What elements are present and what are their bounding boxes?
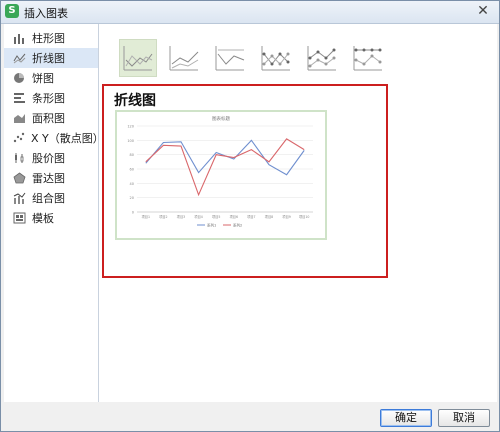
chart-preview-frame: 折线图 图表标题 0 20 40 60 80 100 120 项目1 项目2 项目3 项目4 项目5 项目…	[102, 84, 388, 278]
y-tick-label: 100	[127, 139, 134, 143]
sidebar-item-label: 折线图	[32, 52, 65, 65]
ok-button[interactable]: 确定	[380, 409, 432, 427]
insert-chart-dialog: S 插入图表 ✕ 柱形图 折线图 饼图 条形图 面积图 X Y（散点图） 股价图…	[0, 0, 500, 432]
close-icon: ✕	[477, 3, 489, 19]
title-bar: S 插入图表 ✕	[1, 1, 499, 24]
line-chart-icon	[12, 51, 26, 65]
x-tick-label: 项目8	[265, 215, 273, 219]
series-line-2	[145, 138, 305, 197]
y-tick-label: 120	[127, 125, 134, 129]
line-chart: 图表标题 0 20 40 60 80 100 120 项目1 项目2 项目3 项目4 项目5 项目6 项目7…	[127, 115, 313, 228]
chart-preview[interactable]: 图表标题 0 20 40 60 80 100 120 项目1 项目2 项目3 项目4 项目5 项目6 项目7…	[115, 110, 327, 240]
scatter-chart-icon	[12, 131, 25, 145]
bar-chart-icon	[12, 91, 26, 105]
sidebar-item-stock[interactable]: 股价图	[4, 148, 98, 168]
subtype-line[interactable]	[119, 39, 157, 77]
sidebar-item-area[interactable]: 面积图	[4, 108, 98, 128]
sidebar-item-scatter[interactable]: X Y（散点图）	[4, 128, 104, 148]
y-tick-label: 0	[132, 211, 134, 215]
legend-label-2: 系列2	[233, 223, 242, 228]
sidebar-item-line[interactable]: 折线图	[4, 48, 98, 68]
chart-category-sidebar: 柱形图 折线图 饼图 条形图 面积图 X Y（散点图） 股价图 雷达图 组合图 …	[4, 24, 104, 402]
x-tick-label: 项目4	[194, 215, 202, 219]
x-tick-label: 项目3	[177, 215, 185, 219]
area-chart-icon	[12, 111, 26, 125]
y-tick-label: 40	[130, 182, 134, 186]
radar-chart-icon	[12, 171, 26, 185]
sidebar-item-combo[interactable]: 组合图	[4, 188, 98, 208]
sidebar-item-label: X Y（散点图）	[31, 132, 104, 145]
dialog-title: 插入图表	[24, 7, 68, 20]
stacked-line-markers-subtype-icon	[307, 46, 336, 71]
sidebar-item-label: 组合图	[32, 192, 65, 205]
sidebar-item-label: 条形图	[32, 92, 65, 105]
template-icon	[12, 211, 26, 225]
column-chart-icon	[12, 31, 26, 45]
legend-label-1: 系列1	[207, 223, 216, 228]
sidebar-item-label: 饼图	[32, 72, 54, 85]
stacked-line-subtype-icon	[169, 46, 199, 71]
percent-line-subtype-icon	[215, 46, 245, 71]
y-tick-label: 60	[130, 168, 134, 172]
subtype-percent-line-markers[interactable]	[349, 39, 387, 77]
app-logo-icon: S	[5, 4, 19, 18]
combo-chart-icon	[12, 191, 26, 205]
x-tick-label: 项目2	[159, 215, 167, 219]
preview-heading[interactable]: 折线图	[114, 90, 156, 110]
sidebar-item-label: 柱形图	[32, 32, 65, 45]
sidebar-item-pie[interactable]: 饼图	[4, 68, 98, 88]
sidebar-item-label: 模板	[32, 212, 54, 225]
x-tick-label: 项目7	[247, 215, 255, 219]
subtype-percent-line[interactable]	[211, 39, 249, 77]
sidebar-item-template[interactable]: 模板	[4, 208, 98, 228]
line-markers-subtype-icon	[261, 46, 290, 71]
x-tick-label: 项目10	[299, 215, 309, 219]
y-tick-label: 80	[130, 153, 134, 157]
x-tick-label: 项目1	[142, 215, 150, 219]
line-subtype-icon	[123, 46, 153, 71]
close-button[interactable]: ✕	[471, 3, 495, 19]
sidebar-item-label: 面积图	[32, 112, 65, 125]
subtype-line-markers[interactable]	[257, 39, 295, 77]
stock-chart-icon	[12, 151, 26, 165]
cancel-button[interactable]: 取消	[438, 409, 490, 427]
x-tick-label: 项目9	[282, 215, 290, 219]
x-tick-label: 项目6	[230, 215, 238, 219]
pie-chart-icon	[12, 71, 26, 85]
chart-main-panel: 折线图 图表标题 0 20 40 60 80 100 120 项目1 项目2 项目3 项目4 项目5 项目…	[99, 24, 497, 402]
percent-line-markers-subtype-icon	[353, 46, 382, 71]
sidebar-item-label: 雷达图	[32, 172, 65, 185]
sidebar-item-radar[interactable]: 雷达图	[4, 168, 98, 188]
sidebar-item-label: 股价图	[32, 152, 65, 165]
subtype-stacked-line-markers[interactable]	[303, 39, 341, 77]
sidebar-item-bar[interactable]: 条形图	[4, 88, 98, 108]
x-tick-label: 项目5	[212, 215, 220, 219]
chart-title: 图表标题	[212, 115, 230, 122]
y-tick-label: 20	[130, 196, 134, 200]
dialog-footer: 确定 取消	[1, 402, 499, 431]
subtype-stacked-line[interactable]	[165, 39, 203, 77]
sidebar-item-column[interactable]: 柱形图	[4, 28, 98, 48]
